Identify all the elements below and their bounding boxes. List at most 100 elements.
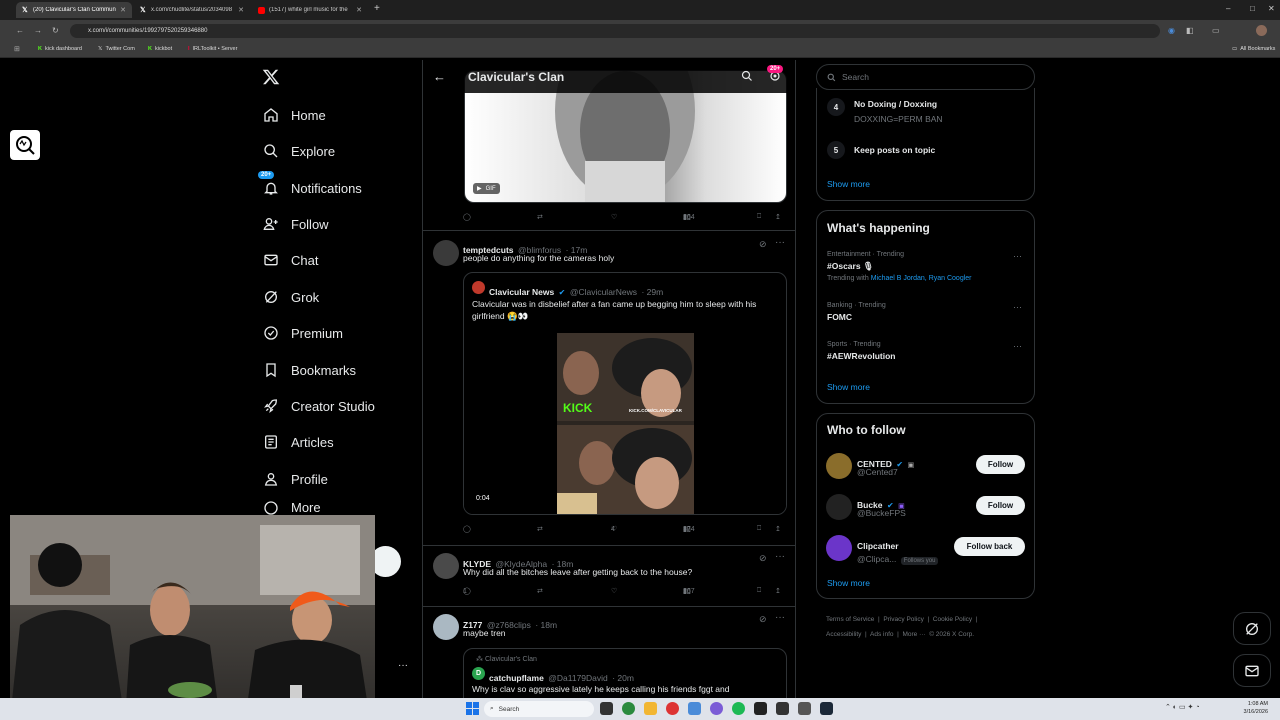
- trend-item[interactable]: Banking · Trending FOMC ···: [827, 302, 1032, 322]
- messages-float-button[interactable]: [1233, 654, 1271, 687]
- close-tab-icon[interactable]: ✕: [120, 6, 126, 14]
- browser-tab[interactable]: 𝕏 (20) Clavicular's Clan Commun ✕: [16, 2, 132, 18]
- spotify-icon[interactable]: [732, 702, 745, 715]
- share-icon[interactable]: ↥: [775, 587, 781, 595]
- nav-item-follow[interactable]: Follow: [262, 209, 329, 239]
- more-icon[interactable]: ···: [1013, 251, 1022, 261]
- more-icon[interactable]: ···: [775, 551, 785, 562]
- x-logo-icon[interactable]: [262, 68, 280, 86]
- follow-back-button[interactable]: Follow back: [954, 537, 1025, 556]
- app-icon[interactable]: [666, 702, 679, 715]
- avatar[interactable]: [433, 553, 459, 579]
- share-icon[interactable]: ↥: [775, 525, 781, 533]
- bookmark-icon[interactable]: ⎕: [757, 525, 761, 533]
- maximize-button[interactable]: □: [1250, 4, 1255, 13]
- avatar[interactable]: [433, 240, 459, 266]
- nav-item-bookmarks[interactable]: Bookmarks: [262, 355, 356, 385]
- clock[interactable]: 1:08 AM 3/16/2026: [1226, 700, 1268, 716]
- views-count[interactable]: ▮▯ 374: [683, 525, 695, 534]
- more-icon[interactable]: ···: [1013, 341, 1022, 351]
- like-icon[interactable]: ♡: [611, 587, 617, 595]
- bookmark-item[interactable]: Kkick dashboard: [38, 46, 82, 52]
- trend-item[interactable]: Sports · Trending #AEWRevolution ···: [827, 341, 1032, 361]
- search-input[interactable]: Search: [816, 64, 1035, 90]
- back-icon[interactable]: ←: [16, 20, 24, 42]
- avatar[interactable]: [826, 535, 852, 561]
- retweet-icon[interactable]: ⇄: [537, 587, 543, 595]
- reply-icon[interactable]: ◯: [463, 525, 471, 533]
- windows-start-icon[interactable]: [466, 702, 479, 715]
- url-input[interactable]: x.com/i/communities/1992797520259346880: [70, 24, 1160, 38]
- browser-tab[interactable]: 𝕏 x.com/chudlite/status/2034098 ✕: [134, 2, 250, 18]
- nav-item-articles[interactable]: Articles: [262, 427, 334, 457]
- nav-item-explore[interactable]: Explore: [262, 136, 335, 166]
- bookmark-item[interactable]: Kkickbot: [148, 46, 172, 52]
- taskbar-search[interactable]: ⌕ Search: [484, 701, 594, 717]
- reload-icon[interactable]: ↻: [52, 20, 59, 42]
- bookmark-item[interactable]: I IRLToolkit • Server: [188, 46, 237, 52]
- profile-avatar[interactable]: [1256, 25, 1267, 36]
- minimize-button[interactable]: –: [1226, 4, 1230, 13]
- avatar[interactable]: [472, 281, 485, 294]
- follow-button[interactable]: Follow: [976, 496, 1025, 515]
- task-view-icon[interactable]: [600, 702, 613, 715]
- follow-suggestion[interactable]: Clipcather @Clipca... Follows you Follow…: [817, 532, 1036, 565]
- retweet-icon[interactable]: ⇄: [537, 525, 543, 533]
- share-icon[interactable]: ↥: [775, 213, 781, 221]
- nav-item-more[interactable]: More: [262, 500, 321, 515]
- nav-item-profile[interactable]: Profile: [262, 464, 328, 494]
- tray-icons[interactable]: ⌃ ◐ ▭ ✦ ◔: [1165, 703, 1200, 711]
- close-tab-icon[interactable]: ✕: [238, 6, 244, 14]
- retweet-icon[interactable]: ⇄: [537, 213, 543, 221]
- like-icon[interactable]: ♡: [611, 213, 617, 221]
- bookmark-icon[interactable]: ⎕: [757, 587, 761, 595]
- search-icon[interactable]: [741, 70, 753, 82]
- avatar[interactable]: [826, 494, 852, 520]
- tweet[interactable]: KLYDE @KlydeAlpha · 18m ⊘ ··· Why did al…: [423, 547, 795, 607]
- views-count[interactable]: ▮▯ 264: [683, 213, 695, 222]
- bookmark-item[interactable]: 𝕏 Twitter Com: [98, 46, 135, 52]
- new-tab-button[interactable]: +: [374, 3, 380, 14]
- follow-suggestion[interactable]: CENTED ✔ ▣ @Cented7 Follow: [817, 450, 1036, 482]
- steam-icon[interactable]: [820, 702, 833, 715]
- account-more-icon[interactable]: ···: [398, 660, 408, 671]
- apps-icon[interactable]: ⊞: [14, 45, 20, 53]
- bookmark-icon[interactable]: ⎕: [757, 213, 761, 221]
- views-count[interactable]: ▮▯ 267: [683, 587, 695, 596]
- extensions-icon[interactable]: ◧: [1186, 20, 1194, 42]
- trend-item[interactable]: Entertainment · Trending #Oscars 🎙 Trend…: [827, 251, 1032, 282]
- app-icon[interactable]: [710, 702, 723, 715]
- avatar[interactable]: D: [472, 667, 485, 680]
- app-icon[interactable]: [798, 702, 811, 715]
- forward-icon[interactable]: →: [34, 20, 42, 42]
- terminal-icon[interactable]: [754, 702, 767, 715]
- grok-icon[interactable]: ⊘: [759, 614, 767, 625]
- quote-tweet[interactable]: ⁂ Clavicular's Clan D catchupflame @Da11…: [463, 648, 787, 700]
- all-bookmarks[interactable]: ▭ All Bookmarks: [1232, 46, 1275, 52]
- app-icon[interactable]: [776, 702, 789, 715]
- nav-item-grok[interactable]: Grok: [262, 282, 319, 312]
- close-tab-icon[interactable]: ✕: [356, 6, 362, 14]
- follow-button[interactable]: Follow: [976, 455, 1025, 474]
- more-icon[interactable]: ···: [1013, 302, 1022, 312]
- more-icon[interactable]: ···: [775, 612, 785, 623]
- tweet[interactable]: temptedcuts @blimforus · 17m ⊘ ··· peopl…: [423, 232, 795, 546]
- follow-suggestion[interactable]: Bucke ✔ ▣ @BuckeFPS Follow: [817, 491, 1036, 523]
- explorer-icon[interactable]: [644, 702, 657, 715]
- grok-icon[interactable]: ⊘: [759, 553, 767, 564]
- more-icon[interactable]: ···: [775, 237, 785, 248]
- tweet[interactable]: Z177 @z768clips · 18m ⊘ ··· maybe tren ⁂…: [423, 608, 795, 700]
- show-more-link[interactable]: Show more: [827, 578, 870, 588]
- sidebar-icon[interactable]: ▭: [1212, 20, 1220, 42]
- magnifier-overlay-icon[interactable]: [10, 130, 40, 160]
- reply-icon[interactable]: ◯: [463, 213, 471, 221]
- video-player[interactable]: KICK KICK.COM/CLAVICULAR 0:04: [464, 333, 786, 514]
- browser-tab[interactable]: (1517) white girl music for the ✕: [252, 2, 368, 18]
- show-more-link[interactable]: Show more: [827, 382, 870, 392]
- quote-tweet[interactable]: Clavicular News ✔ @ClavicularNews · 29m …: [463, 272, 787, 515]
- avatar[interactable]: [433, 614, 459, 640]
- nav-item-home[interactable]: Home: [262, 100, 326, 130]
- nav-item-chat[interactable]: Chat: [262, 245, 318, 275]
- nav-item-premium[interactable]: Premium: [262, 318, 343, 348]
- app-icon[interactable]: [688, 702, 701, 715]
